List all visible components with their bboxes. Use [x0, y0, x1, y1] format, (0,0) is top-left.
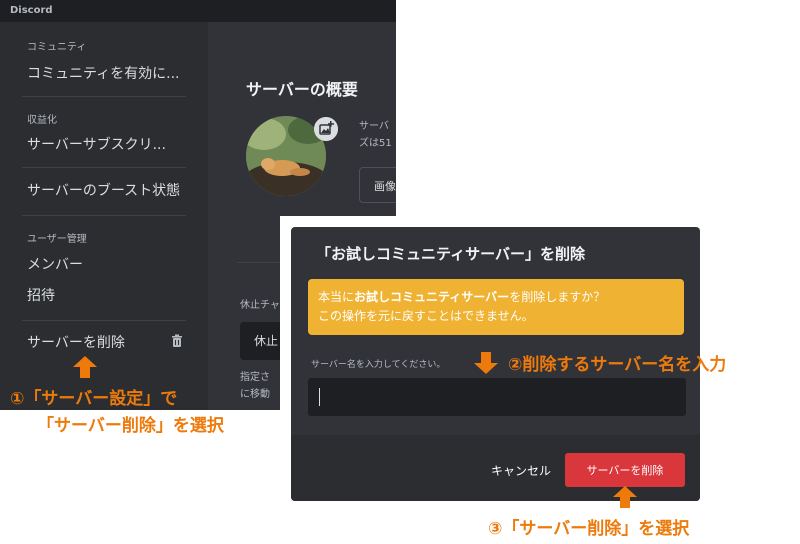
arrow-down-icon — [474, 352, 498, 374]
warning-message: 本当にお試しコミュニティサーバーを削除しますか？ この操作を元に戻すことはできま… — [308, 279, 684, 335]
description-line: に移動 — [240, 389, 270, 400]
sidebar-item-boost-status[interactable]: サーバーのブースト状態 — [27, 180, 180, 200]
sidebar-item-delete-server[interactable]: サーバーを削除 — [27, 332, 125, 352]
sidebar-divider — [22, 320, 186, 321]
hint-line: サーバ — [359, 121, 389, 132]
warning-line: 本当にお試しコミュニティサーバーを削除しますか？ — [318, 288, 674, 307]
text-cursor — [319, 388, 320, 406]
dialog-footer: キャンセル サーバーを削除 — [291, 435, 700, 501]
settings-sidebar: コミュニティ コミュニティを有効に... 収益化 サーバーサブスクリ... サー… — [0, 22, 208, 410]
sidebar-item-invites[interactable]: 招待 — [27, 285, 55, 305]
sidebar-heading-user-management: ユーザー管理 — [27, 234, 87, 245]
delete-server-button[interactable]: サーバーを削除 — [565, 453, 685, 487]
annotation-step1-line2: 「サーバー削除」を選択 — [37, 416, 224, 436]
warning-text: 本当に — [318, 290, 355, 304]
app-titlebar: Discord — [0, 0, 396, 22]
server-name-input[interactable] — [308, 378, 686, 416]
annotation-step2: ②削除するサーバー名を入力 — [508, 355, 727, 375]
sidebar-divider — [22, 167, 186, 168]
page-title: サーバーの概要 — [246, 80, 358, 99]
hint-line: ズは51 — [359, 138, 392, 149]
server-name-label: サーバー名を入力してください。 — [311, 360, 446, 370]
arrow-up-icon — [613, 486, 637, 508]
sidebar-item-members[interactable]: メンバー — [27, 254, 83, 274]
annotation-step3: ③「サーバー削除」を選択 — [488, 519, 690, 539]
server-icon-hint: サーバ ズは51 — [359, 118, 392, 152]
afk-channel-label: 休止チャ — [240, 300, 280, 311]
sidebar-heading-community: コミュニティ — [27, 42, 87, 53]
warning-line: この操作を元に戻すことはできません。 — [318, 309, 534, 323]
screenshot-stage: Discord コミュニティ コミュニティを有効に... 収益化 サーバーサブス… — [0, 0, 800, 544]
sidebar-divider — [22, 215, 186, 216]
description-line: 指定さ — [240, 372, 270, 383]
add-image-icon[interactable] — [314, 117, 338, 141]
sidebar-item-server-subscriptions[interactable]: サーバーサブスクリ... — [27, 134, 166, 154]
upload-image-button[interactable]: 画像 — [359, 167, 396, 203]
sidebar-item-enable-community[interactable]: コミュニティを有効に... — [27, 63, 180, 83]
warning-server-name: お試しコミュニティサーバー — [354, 290, 510, 304]
dialog-title: 「お試しコミュニティサーバー」を削除 — [316, 245, 585, 263]
trash-icon[interactable] — [170, 334, 184, 348]
sidebar-divider — [22, 96, 186, 97]
annotation-step1-line1: ①「サーバー設定」で — [10, 389, 178, 409]
sidebar-heading-monetization: 収益化 — [27, 115, 57, 126]
arrow-up-icon — [73, 356, 97, 378]
afk-channel-description: 指定さ に移動 — [240, 369, 270, 403]
warning-text: を削除しますか？ — [509, 290, 606, 304]
cancel-button[interactable]: キャンセル — [481, 453, 561, 487]
